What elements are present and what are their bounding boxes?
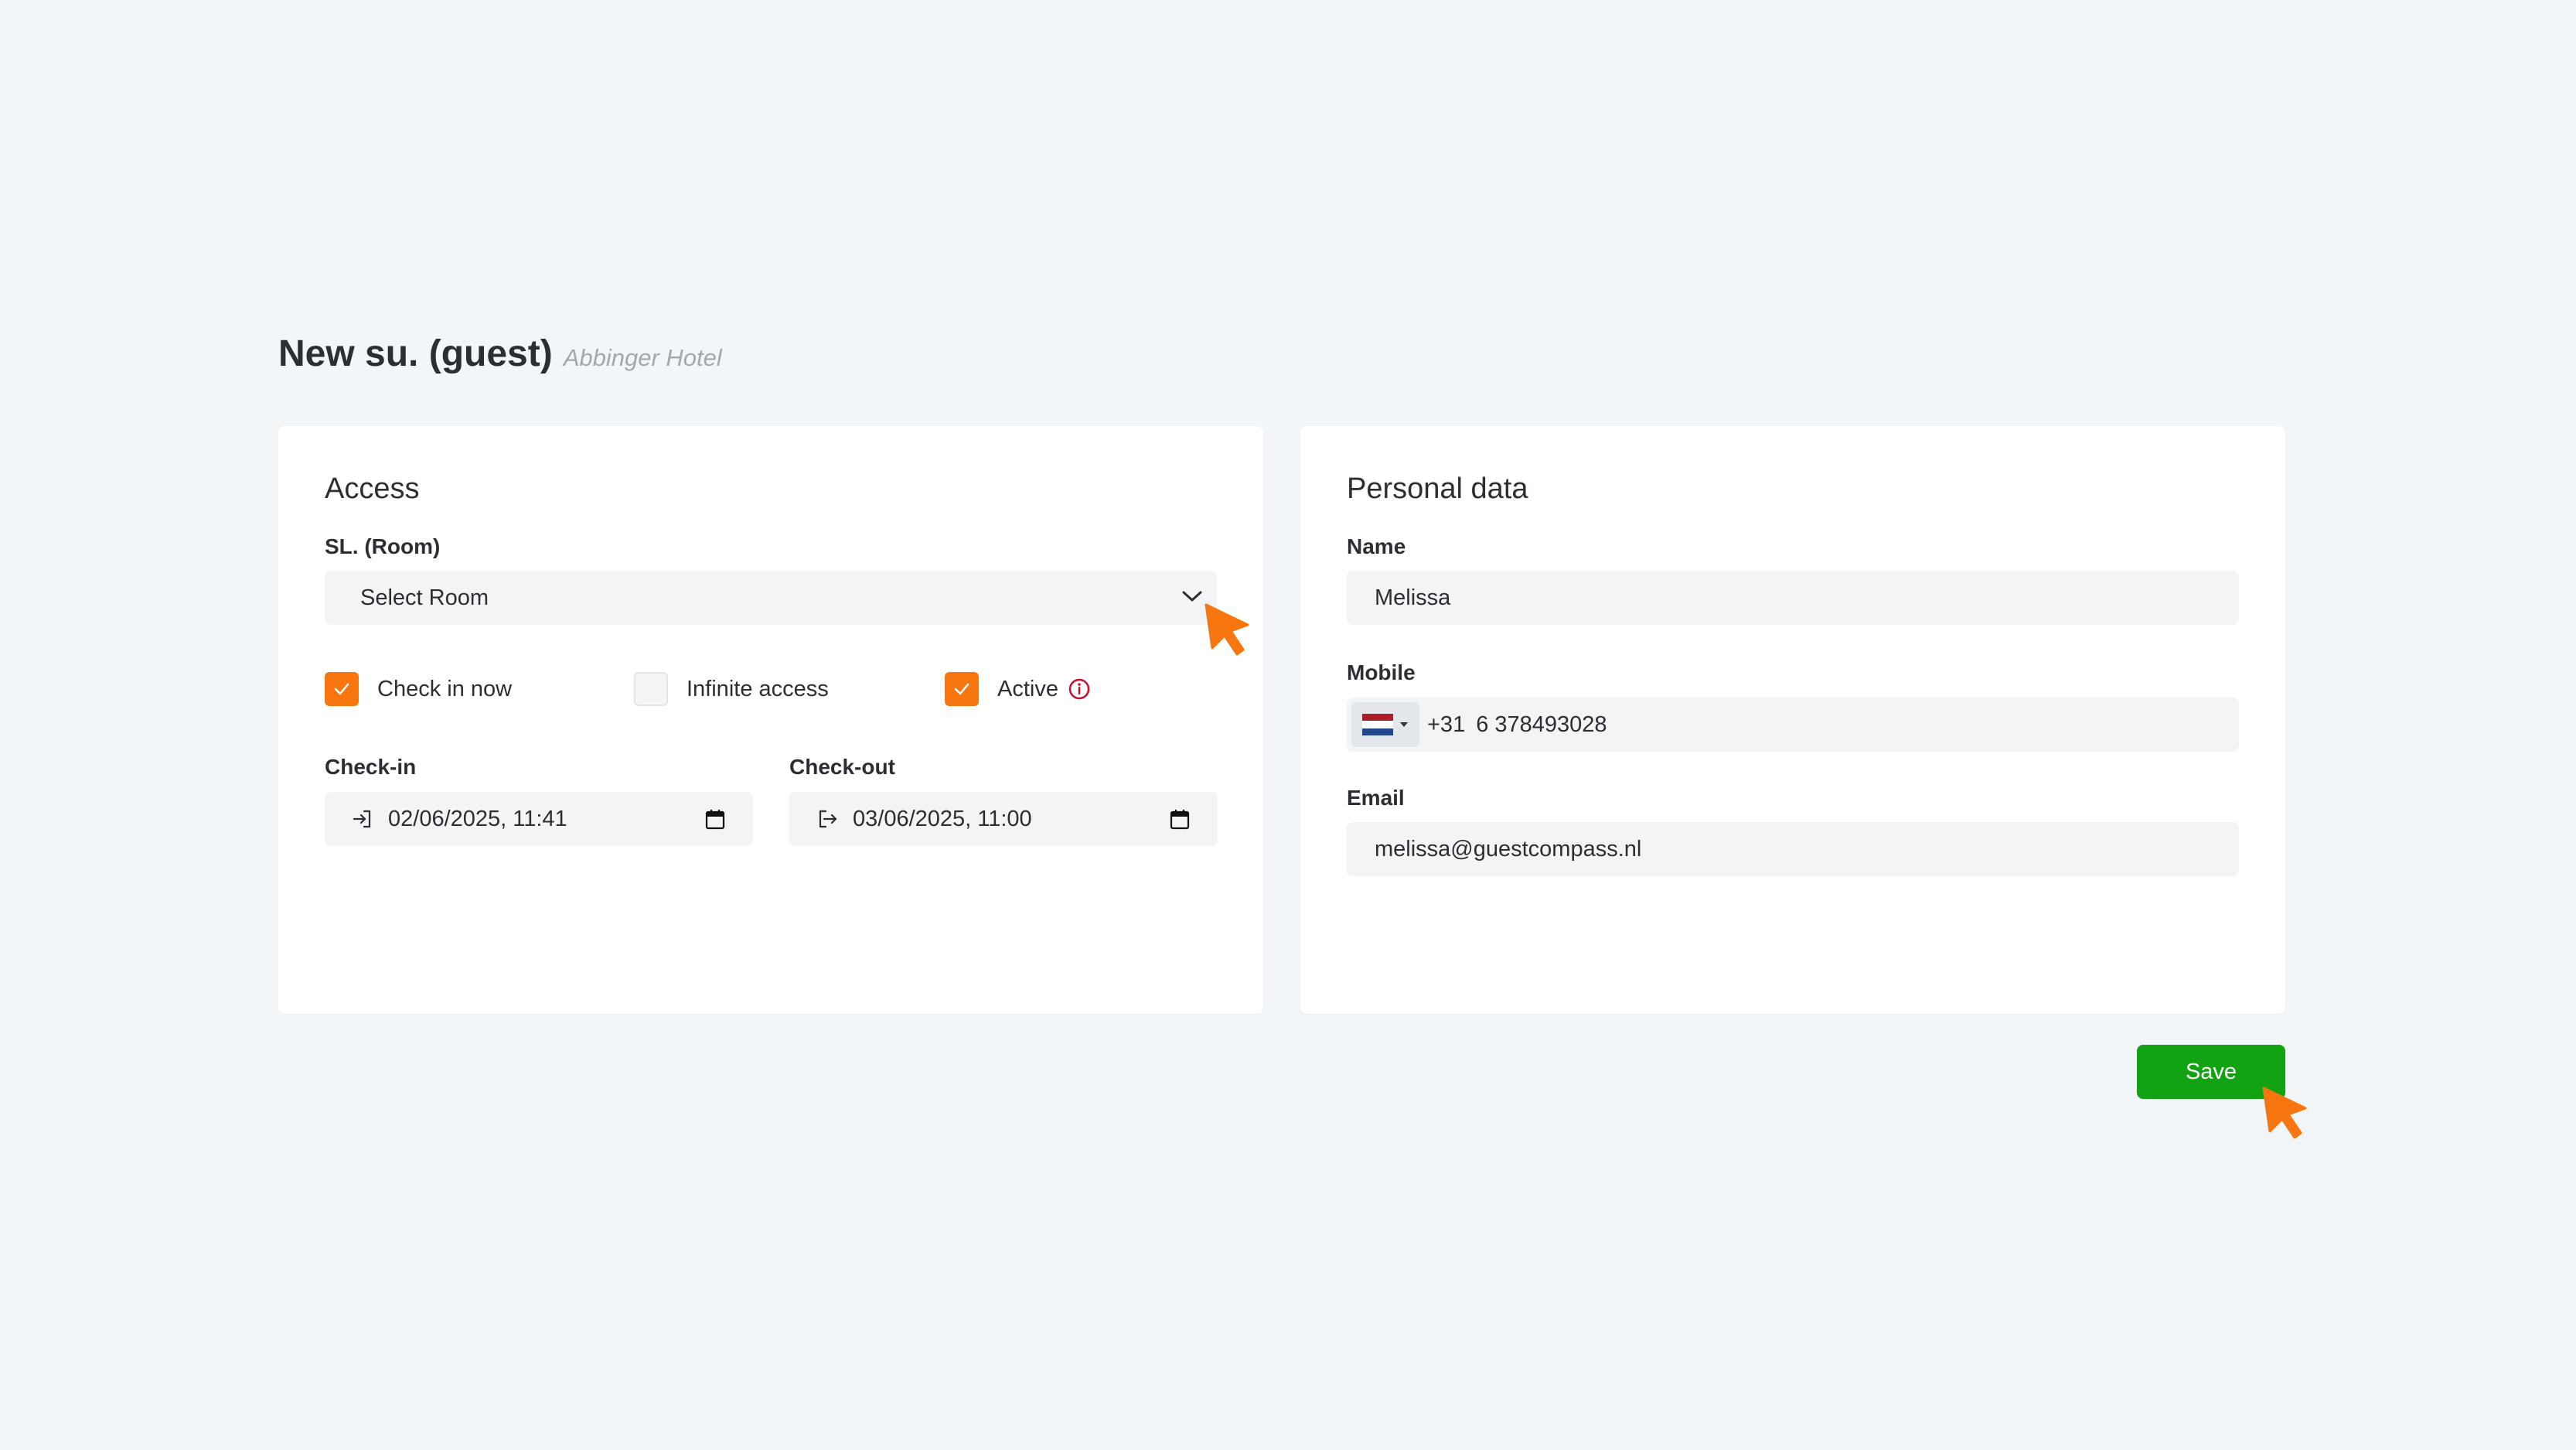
check-in-now-checkbox[interactable] — [325, 672, 359, 706]
name-value: Melissa — [1375, 585, 1451, 610]
sign-in-icon — [353, 810, 371, 828]
page-header: New su. (guest) Abbinger Hotel — [278, 333, 722, 375]
email-value: melissa@guestcompass.nl — [1375, 836, 1642, 861]
mobile-label: Mobile — [1347, 660, 1416, 684]
infinite-access-option[interactable]: Infinite access — [634, 672, 829, 706]
check-out-label: Check-out — [789, 755, 895, 779]
page-title: New su. (guest) — [278, 333, 553, 374]
check-in-now-label: Check in now — [377, 676, 513, 701]
room-label: SL. (Room) — [325, 534, 441, 558]
page-subtitle: Abbinger Hotel — [563, 344, 722, 371]
info-icon[interactable] — [1068, 677, 1091, 701]
checkmark-icon — [954, 683, 969, 695]
room-select-value: Select Room — [360, 585, 489, 610]
caret-down-icon — [1400, 722, 1408, 727]
name-label: Name — [1347, 534, 1406, 558]
personal-card-title: Personal data — [1347, 473, 1528, 505]
country-code-select[interactable] — [1351, 702, 1419, 747]
netherlands-flag-icon — [1362, 714, 1393, 735]
active-checkbox[interactable] — [945, 672, 979, 706]
checkmark-icon — [334, 683, 349, 695]
check-out-input[interactable]: 03/06/2025, 11:00 — [789, 792, 1218, 846]
access-card: Access SL. (Room) Select Room Check in n… — [278, 426, 1263, 1014]
active-label: Active — [997, 676, 1058, 701]
mobile-value: 6 378493028 — [1476, 711, 1607, 737]
access-options: Check in now Infinite access Active — [325, 672, 1217, 706]
check-in-input[interactable]: 02/06/2025, 11:41 — [325, 792, 753, 846]
sign-out-icon — [819, 810, 837, 828]
check-out-value: 03/06/2025, 11:00 — [853, 806, 1032, 831]
check-in-label: Check-in — [325, 755, 417, 779]
mobile-input[interactable]: +31 6 378493028 — [1347, 698, 2239, 752]
active-option[interactable]: Active — [945, 672, 1091, 706]
email-label: Email — [1347, 786, 1405, 810]
name-input[interactable]: Melissa — [1347, 571, 2239, 625]
cursor-arrow-icon — [1205, 603, 1249, 656]
calendar-icon[interactable] — [1170, 808, 1190, 830]
calendar-icon[interactable] — [705, 808, 725, 830]
chevron-down-icon — [1182, 591, 1202, 602]
room-select[interactable]: Select Room — [325, 571, 1217, 625]
email-input[interactable]: melissa@guestcompass.nl — [1347, 822, 2239, 876]
personal-data-card: Personal data Name Melissa Mobile +31 6 … — [1300, 426, 2285, 1014]
mobile-country-code: +31 — [1427, 711, 1466, 737]
check-in-now-option[interactable]: Check in now — [325, 672, 512, 706]
cursor-arrow-icon — [2262, 1087, 2307, 1139]
access-card-title: Access — [325, 473, 420, 505]
infinite-access-label: Infinite access — [687, 676, 829, 701]
infinite-access-checkbox[interactable] — [634, 672, 668, 706]
check-in-value: 02/06/2025, 11:41 — [388, 806, 567, 831]
